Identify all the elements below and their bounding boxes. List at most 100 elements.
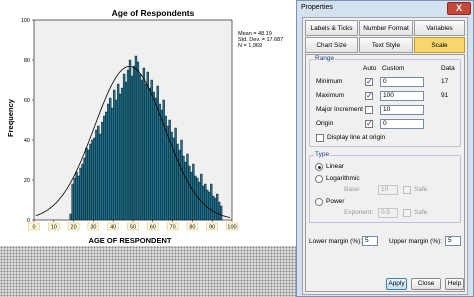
histogram-bar[interactable] [91, 139, 94, 221]
origin-auto-checkbox[interactable] [365, 119, 373, 128]
x-tick-label[interactable]: 60 [150, 225, 156, 231]
tab-labels-ticks[interactable]: Labels & Ticks [305, 20, 358, 36]
histogram-bar[interactable] [83, 157, 86, 221]
histogram-bar[interactable] [126, 69, 130, 221]
x-tick-label[interactable]: 30 [90, 225, 96, 231]
histogram-bar[interactable] [75, 171, 78, 221]
histogram-bar[interactable] [194, 175, 197, 221]
histogram-bar[interactable] [190, 171, 193, 221]
histogram-bar[interactable] [134, 55, 138, 221]
histogram-bar[interactable] [184, 161, 187, 221]
histogram-bar[interactable] [103, 115, 106, 221]
histogram-bar[interactable] [140, 79, 144, 221]
minimum-custom-field[interactable]: 0 [380, 77, 424, 87]
major-increment-auto-checkbox[interactable] [365, 106, 373, 114]
exponent-field[interactable]: 0.5 [378, 208, 398, 218]
x-tick-label[interactable]: 80 [189, 225, 195, 231]
y-axis-label[interactable]: Frequency [6, 98, 15, 137]
histogram-bar[interactable] [136, 61, 140, 221]
power-radio[interactable] [315, 198, 323, 206]
histogram-bar[interactable] [198, 181, 201, 221]
histogram-bar[interactable] [162, 99, 165, 221]
window-close-button[interactable]: X [447, 2, 471, 15]
log-safe-checkbox[interactable] [403, 186, 411, 194]
histogram-bar[interactable] [113, 89, 116, 221]
tab-number-format[interactable]: Number Format [359, 20, 413, 36]
histogram-bar[interactable] [132, 65, 136, 221]
power-safe-checkbox[interactable] [403, 209, 411, 217]
base-field[interactable]: 10 [378, 185, 398, 195]
histogram-bar[interactable] [182, 155, 185, 221]
histogram-bar[interactable] [71, 183, 74, 221]
histogram-bar[interactable] [215, 193, 219, 221]
histogram-bar[interactable] [105, 111, 108, 221]
close-button[interactable]: Close [411, 278, 441, 290]
histogram-bar[interactable] [196, 177, 199, 221]
histogram-bar[interactable] [87, 149, 90, 221]
histogram-bar[interactable] [79, 167, 82, 221]
histogram-bar[interactable] [186, 153, 189, 221]
histogram-bar[interactable] [148, 87, 151, 221]
histogram-bar[interactable] [150, 79, 153, 221]
histogram-bar[interactable] [212, 195, 215, 221]
histogram-bar[interactable] [158, 103, 161, 221]
histogram-bar[interactable] [122, 73, 126, 221]
histogram-bar[interactable] [214, 197, 217, 221]
histogram-bar[interactable] [188, 165, 191, 221]
x-tick-label[interactable]: 70 [170, 225, 176, 231]
histogram-bar[interactable] [115, 99, 118, 221]
histogram-bar[interactable] [120, 87, 124, 221]
histogram-bar[interactable] [146, 71, 150, 221]
histogram-bar[interactable] [160, 109, 163, 221]
histogram-bar[interactable] [116, 83, 120, 221]
histogram-bar[interactable] [176, 143, 179, 221]
major-increment-custom-field[interactable]: 10 [380, 105, 424, 115]
x-tick-label[interactable]: 100 [227, 225, 236, 231]
histogram-bar[interactable] [95, 129, 98, 221]
histogram-bar[interactable] [178, 149, 181, 221]
maximum-auto-checkbox[interactable] [365, 91, 373, 100]
x-tick-label[interactable]: 90 [209, 225, 215, 231]
histogram-bar[interactable] [152, 91, 155, 221]
histogram-bar[interactable] [109, 97, 112, 221]
x-tick-label[interactable]: 40 [110, 225, 116, 231]
tab-text-style[interactable]: Text Style [359, 37, 413, 53]
histogram-bar[interactable] [168, 119, 171, 221]
tab-chart-size[interactable]: Chart Size [305, 37, 358, 53]
tab-scale[interactable]: Scale [414, 37, 465, 53]
apply-button[interactable]: Apply [386, 278, 407, 290]
histogram-bar[interactable] [118, 93, 122, 221]
histogram-bar[interactable] [130, 75, 134, 221]
histogram-bar[interactable] [204, 183, 207, 221]
help-button[interactable]: Help [445, 278, 464, 290]
histogram-bar[interactable] [210, 183, 213, 221]
histogram-bar[interactable] [206, 189, 209, 221]
histogram-bar[interactable] [142, 67, 146, 221]
histogram-bar[interactable] [89, 143, 92, 221]
histogram-bar[interactable] [208, 191, 211, 221]
histogram-bar[interactable] [99, 133, 102, 221]
histogram-bar[interactable] [217, 201, 221, 221]
histogram-bar[interactable] [144, 83, 148, 221]
histogram-bar[interactable] [73, 177, 76, 221]
chart-editor-canvas[interactable]: 0 20 40 60 80 100 0 10 20 30 40 50 60 70 80 90 100 Age o… [0, 0, 296, 246]
histogram-bar[interactable] [156, 85, 159, 221]
linear-radio[interactable] [315, 163, 323, 171]
histogram-bar[interactable] [85, 147, 88, 221]
histogram-bar[interactable] [81, 163, 84, 221]
tab-variables[interactable]: Variables [414, 20, 465, 36]
display-line-at-origin-checkbox[interactable] [316, 134, 324, 142]
histogram-bar[interactable] [180, 139, 183, 221]
histogram-chart[interactable]: 0204060801000 10 20 30 40 50 60 70 80 90 100 Age o… [0, 0, 296, 246]
histogram-bar[interactable] [174, 127, 177, 221]
histogram-bar[interactable] [166, 125, 169, 221]
histogram-bar[interactable] [111, 107, 114, 221]
histogram-bar[interactable] [200, 173, 203, 221]
x-axis-label[interactable]: AGE OF RESPONDENT [89, 236, 172, 245]
histogram-bar[interactable] [101, 121, 104, 221]
chart-title[interactable]: Age of Respondents [112, 8, 195, 18]
histogram-bar[interactable] [124, 81, 128, 221]
origin-custom-field[interactable]: 0 [380, 119, 424, 129]
x-tick-label[interactable]: 50 [130, 225, 136, 231]
histogram-bar[interactable] [128, 59, 132, 221]
